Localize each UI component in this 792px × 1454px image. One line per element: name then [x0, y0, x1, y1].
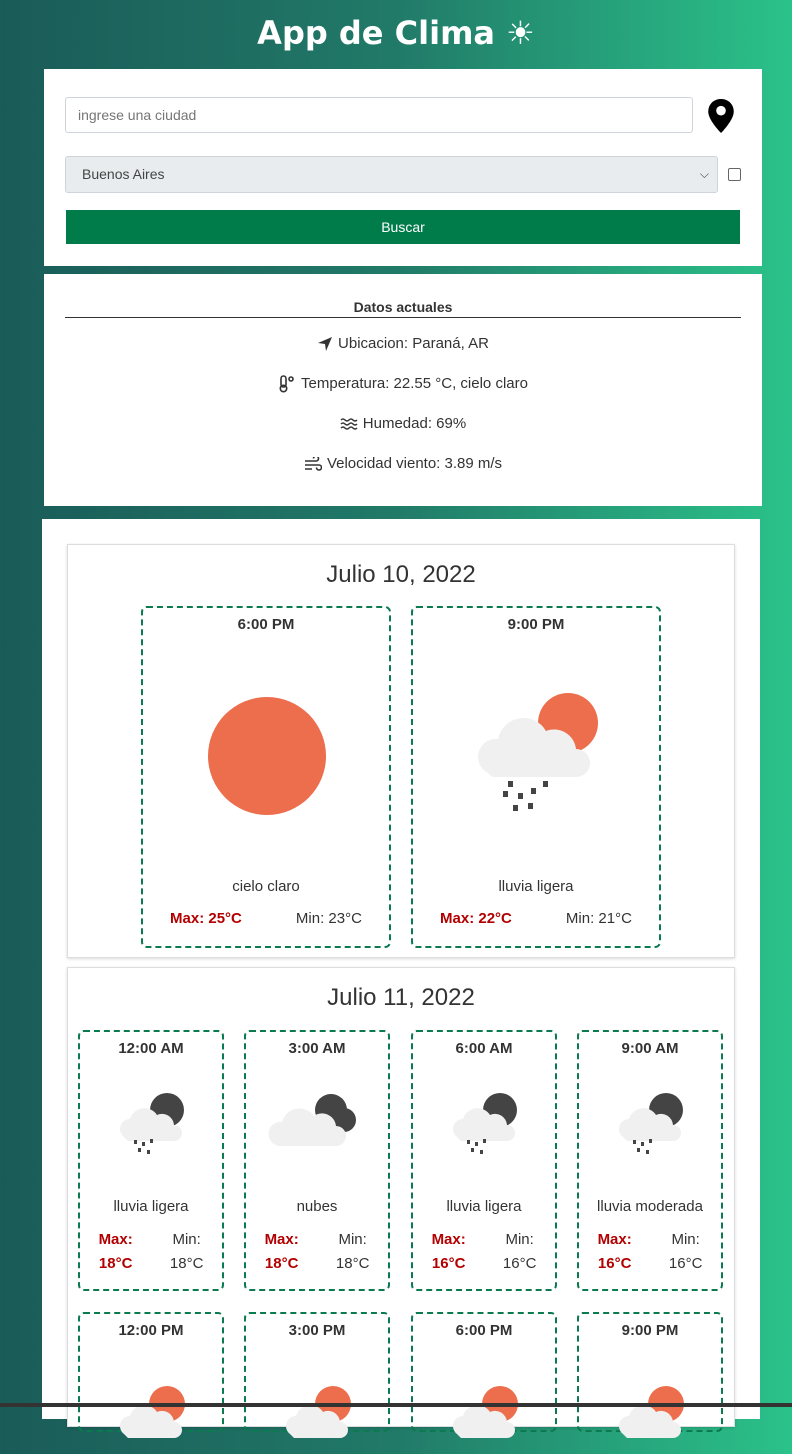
slot-max: 18°C [264, 1255, 299, 1272]
current-wind: Velocidad viento: 3.89 m/s [326, 455, 503, 472]
location-pin-icon[interactable] [708, 99, 734, 133]
sun-cloud-icon [120, 1386, 185, 1438]
slot-min: 16°C [502, 1255, 537, 1272]
slot-min: Min: 23°C [295, 910, 362, 927]
current-humidity: Humedad: 69% [362, 415, 467, 432]
forecast-slot: 12:00 PM [78, 1312, 224, 1438]
slot-max-label: Max: [597, 1231, 632, 1248]
forecast-slot: 12:00 AM lluvia ligera Max: 18°C Min: 18°C [78, 1030, 224, 1291]
slot-min-label: Min: [338, 1231, 367, 1248]
wind-icon [304, 456, 322, 471]
forecast-slot: 3:00 PM [244, 1312, 390, 1438]
slot-time: 3:00 AM [288, 1040, 346, 1057]
day-card: Julio 11, 2022 12:00 AM lluvia ligera Ma… [67, 967, 735, 1438]
slot-time: 12:00 AM [118, 1040, 184, 1057]
slot-max-label: Max: [264, 1231, 299, 1248]
city-select-value: Buenos Aires [82, 166, 165, 182]
search-card: Buenos Aires ⌵ Buscar [44, 69, 762, 266]
day-date: Julio 11, 2022 [327, 984, 475, 1011]
slot-min-label: Min: [172, 1231, 201, 1248]
forecast-slot: 6:00 AM lluvia ligera Max: 16°C Min: 16°C [411, 1030, 557, 1291]
slot-description: nubes [296, 1198, 338, 1215]
slot-description: lluvia ligera [498, 878, 574, 895]
slot-min: 18°C [335, 1255, 370, 1272]
day-date: Julio 10, 2022 [326, 561, 476, 588]
slot-max-label: Max: [98, 1231, 133, 1248]
day-card: Julio 10, 2022 6:00 PM cielo claro Max: … [67, 544, 735, 958]
forecast-slot: 9:00 PM [577, 1312, 723, 1438]
humidity-waves-icon [340, 417, 358, 430]
slot-time: 9:00 PM [507, 616, 565, 633]
checkbox[interactable] [728, 168, 741, 181]
forecast-card: Julio 10, 2022 6:00 PM cielo claro Max: … [42, 519, 760, 1438]
forecast-slot: 3:00 AM nubes Max: 18°C Min: 18°C [244, 1030, 390, 1291]
forecast-slot: 9:00 PM lluvia ligera Max: 22°C Min: 21°C [411, 606, 661, 948]
slot-max: Max: 25°C [170, 910, 242, 927]
moon-cloud-rain-icon [120, 1093, 184, 1154]
app-title: App de Clima ☀ [257, 14, 535, 52]
slot-time: 6:00 AM [455, 1040, 513, 1057]
moon-cloud-rain-icon [619, 1093, 683, 1154]
slot-min: 16°C [668, 1255, 703, 1272]
slot-description: lluvia ligera [113, 1198, 189, 1215]
city-select[interactable]: Buenos Aires ⌵ [65, 156, 718, 193]
slot-time: 9:00 AM [621, 1040, 679, 1057]
forecast-slot: 9:00 AM lluvia moderada Max: 16°C Min: 16°C [577, 1030, 723, 1291]
slot-min-label: Min: [505, 1231, 534, 1248]
sun-cloud-icon [286, 1386, 351, 1438]
location-arrow-icon [318, 336, 333, 351]
slot-description: lluvia ligera [446, 1198, 522, 1215]
sun-cloud-icon [619, 1386, 684, 1438]
slot-min-label: Min: [671, 1231, 700, 1248]
current-temperature: Temperatura: 22.55 °C, cielo claro [301, 375, 528, 392]
sun-cloud-rain-icon [478, 693, 598, 811]
slot-time: 9:00 PM [621, 1322, 679, 1339]
thermometer-icon [279, 374, 294, 393]
slot-max-label: Max: [431, 1231, 466, 1248]
forecast-slot: 6:00 PM [411, 1312, 557, 1438]
slot-min: 18°C [169, 1255, 204, 1272]
slot-time: 6:00 PM [237, 616, 295, 633]
slot-time: 6:00 PM [455, 1322, 513, 1339]
current-weather-card: Datos actuales Ubicacion: Paraná, AR Tem… [44, 274, 762, 506]
chevron-down-icon: ⌵ [699, 167, 709, 181]
sun-cloud-icon [453, 1386, 518, 1438]
forecast-slot: 6:00 PM cielo claro Max: 25°C Min: 23°C [141, 606, 391, 948]
slot-max: 18°C [98, 1255, 133, 1272]
slot-description: cielo claro [232, 878, 300, 895]
slot-min: Min: 21°C [565, 910, 632, 927]
slot-time: 12:00 PM [118, 1322, 184, 1339]
slot-max: 16°C [597, 1255, 632, 1272]
slot-description: lluvia moderada [597, 1198, 703, 1215]
moon-cloud-icon [268, 1094, 356, 1146]
sun-icon [208, 697, 326, 815]
moon-cloud-rain-icon [453, 1093, 517, 1154]
bottom-bar [0, 1403, 792, 1407]
slot-max: Max: 22°C [440, 910, 512, 927]
slot-time: 3:00 PM [288, 1322, 346, 1339]
city-input[interactable] [65, 97, 693, 133]
slot-max: 16°C [431, 1255, 466, 1272]
current-location: Ubicacion: Paraná, AR [338, 335, 489, 352]
current-heading: Datos actuales [65, 299, 741, 318]
search-button[interactable]: Buscar [66, 210, 740, 244]
